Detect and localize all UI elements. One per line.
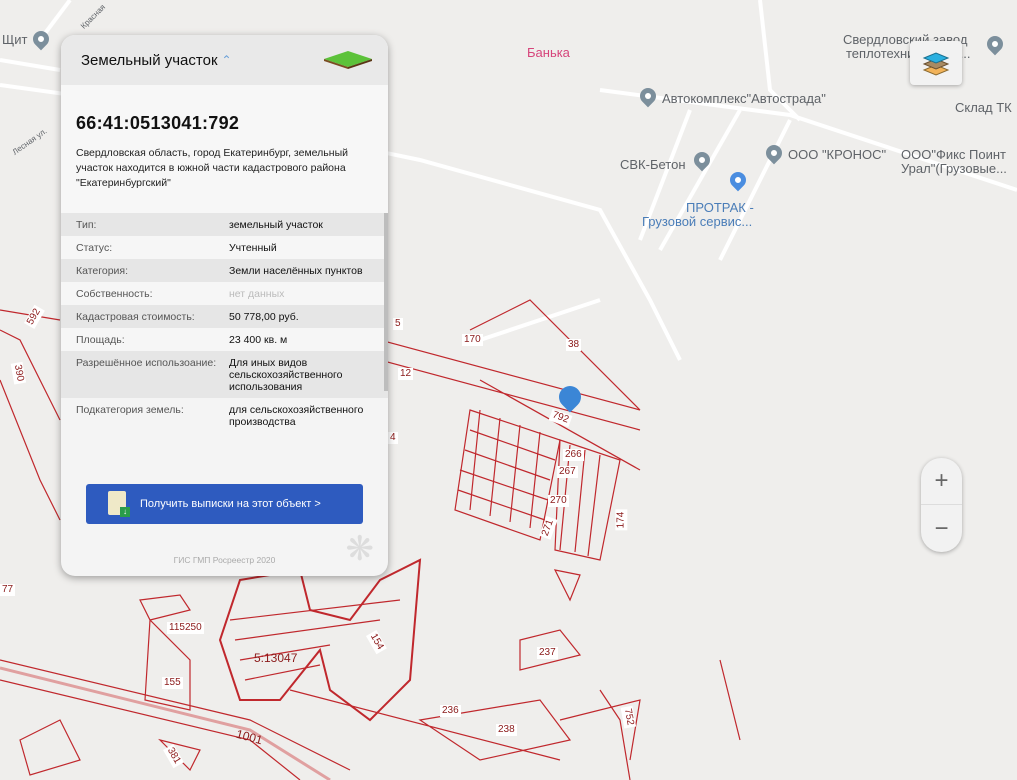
zoom-out-button[interactable]: − <box>921 505 962 552</box>
get-extracts-button[interactable]: Получить выписки на этот объект > <box>86 484 363 524</box>
get-extracts-label: Получить выписки на этот объект > <box>140 498 321 510</box>
poi-label[interactable]: Автокомплекс"Автострада" <box>662 92 826 106</box>
panel-footer: ГИС ГМП Росреестр 2020 <box>173 555 276 565</box>
table-row: Категория: Земли населённых пунктов <box>61 259 388 282</box>
parcel-label: 267 <box>557 466 578 478</box>
layers-icon <box>922 52 950 76</box>
row-key: Категория: <box>76 265 129 277</box>
parcel-label: 77 <box>0 584 16 596</box>
poi-label[interactable]: ПРОТРАК - <box>686 201 754 215</box>
row-value: Для иных видов сельскохозяйственного исп… <box>229 357 343 393</box>
parcel-label: 237 <box>537 647 558 659</box>
zoom-control: + − <box>921 458 962 552</box>
zoom-in-button[interactable]: + <box>921 458 962 505</box>
row-value: 23 400 кв. м <box>229 334 288 346</box>
parcel-label: 5:13047 <box>254 651 298 665</box>
land-plot-icon <box>324 51 372 69</box>
poi-label[interactable]: СВК-Бетон <box>620 158 686 172</box>
parcel-label: 236 <box>440 705 461 717</box>
table-row: Собственность: нет данных <box>61 282 388 305</box>
parcel-label: 38 <box>566 339 582 351</box>
parcel-label: 12 <box>398 368 414 380</box>
poi-label[interactable]: ООО "КРОНОС" <box>788 148 886 162</box>
parcel-label: 5 <box>393 318 403 330</box>
cadastral-number: 66:41:0513041:792 <box>76 113 240 133</box>
table-row: Разрешённое использоание: Для иных видов … <box>61 351 388 398</box>
parcel-label: 170 <box>462 334 483 346</box>
parcel-label: 115250 <box>167 622 204 634</box>
poi-label[interactable]: Банька <box>527 46 570 60</box>
row-value: нет данных <box>229 288 285 300</box>
table-row: Кадастровая стоимость: 50 778,00 руб. <box>61 305 388 328</box>
row-key: Тип: <box>76 219 97 231</box>
layers-button[interactable] <box>910 41 962 85</box>
table-row: Статус: Учтенный <box>61 236 388 259</box>
address: Свердловская область, город Екатеринбург… <box>76 147 348 189</box>
panel-title: Земельный участок <box>81 51 218 69</box>
row-key: Подкатегория земель: <box>76 404 184 416</box>
table-row: Подкатегория земель: для сельскохозяйстве… <box>61 398 388 433</box>
poi-label[interactable]: Урал"(Грузовые... <box>901 162 1007 176</box>
parcel-label: 4 <box>388 432 398 444</box>
panel-header[interactable]: Земельный участок ⌃ <box>61 35 388 85</box>
row-key: Площадь: <box>76 334 125 346</box>
parcel-label: 266 <box>563 449 584 461</box>
parcel-label: 270 <box>548 495 569 507</box>
row-value: земельный участок <box>229 219 323 231</box>
row-key: Кадастровая стоимость: <box>76 311 195 323</box>
table-row: Тип: земельный участок <box>61 213 388 236</box>
parcel-info-panel: Земельный участок ⌃ 66:41:0513041:792 Св… <box>61 35 388 576</box>
parcel-label: 155 <box>162 677 183 689</box>
row-value: Земли населённых пунктов <box>229 265 363 277</box>
row-key: Разрешённое использоание: <box>76 357 217 369</box>
row-key: Статус: <box>76 242 113 254</box>
poi-label[interactable]: ООО"Фикс Поинт <box>901 148 1006 162</box>
row-value: 50 778,00 руб. <box>229 311 299 323</box>
table-row: Площадь: 23 400 кв. м <box>61 328 388 351</box>
attributes-table: Тип: земельный участок Статус: Учтенный Ка… <box>61 213 388 433</box>
chevron-up-icon[interactable]: ⌃ <box>222 53 232 67</box>
poi-label[interactable]: Склад ТК <box>955 101 1012 115</box>
poi-label[interactable]: Грузовой сервис... <box>642 215 752 229</box>
document-download-icon <box>108 491 130 517</box>
row-value: для сельскохозяйственного производства <box>229 404 364 428</box>
row-value: Учтенный <box>229 242 277 254</box>
panel-scrollbar[interactable] <box>384 213 388 391</box>
poi-label[interactable]: Щит <box>2 33 27 47</box>
parcel-label: 238 <box>496 724 517 736</box>
row-key: Собственность: <box>76 288 153 300</box>
parcel-label: 174 <box>615 509 628 531</box>
